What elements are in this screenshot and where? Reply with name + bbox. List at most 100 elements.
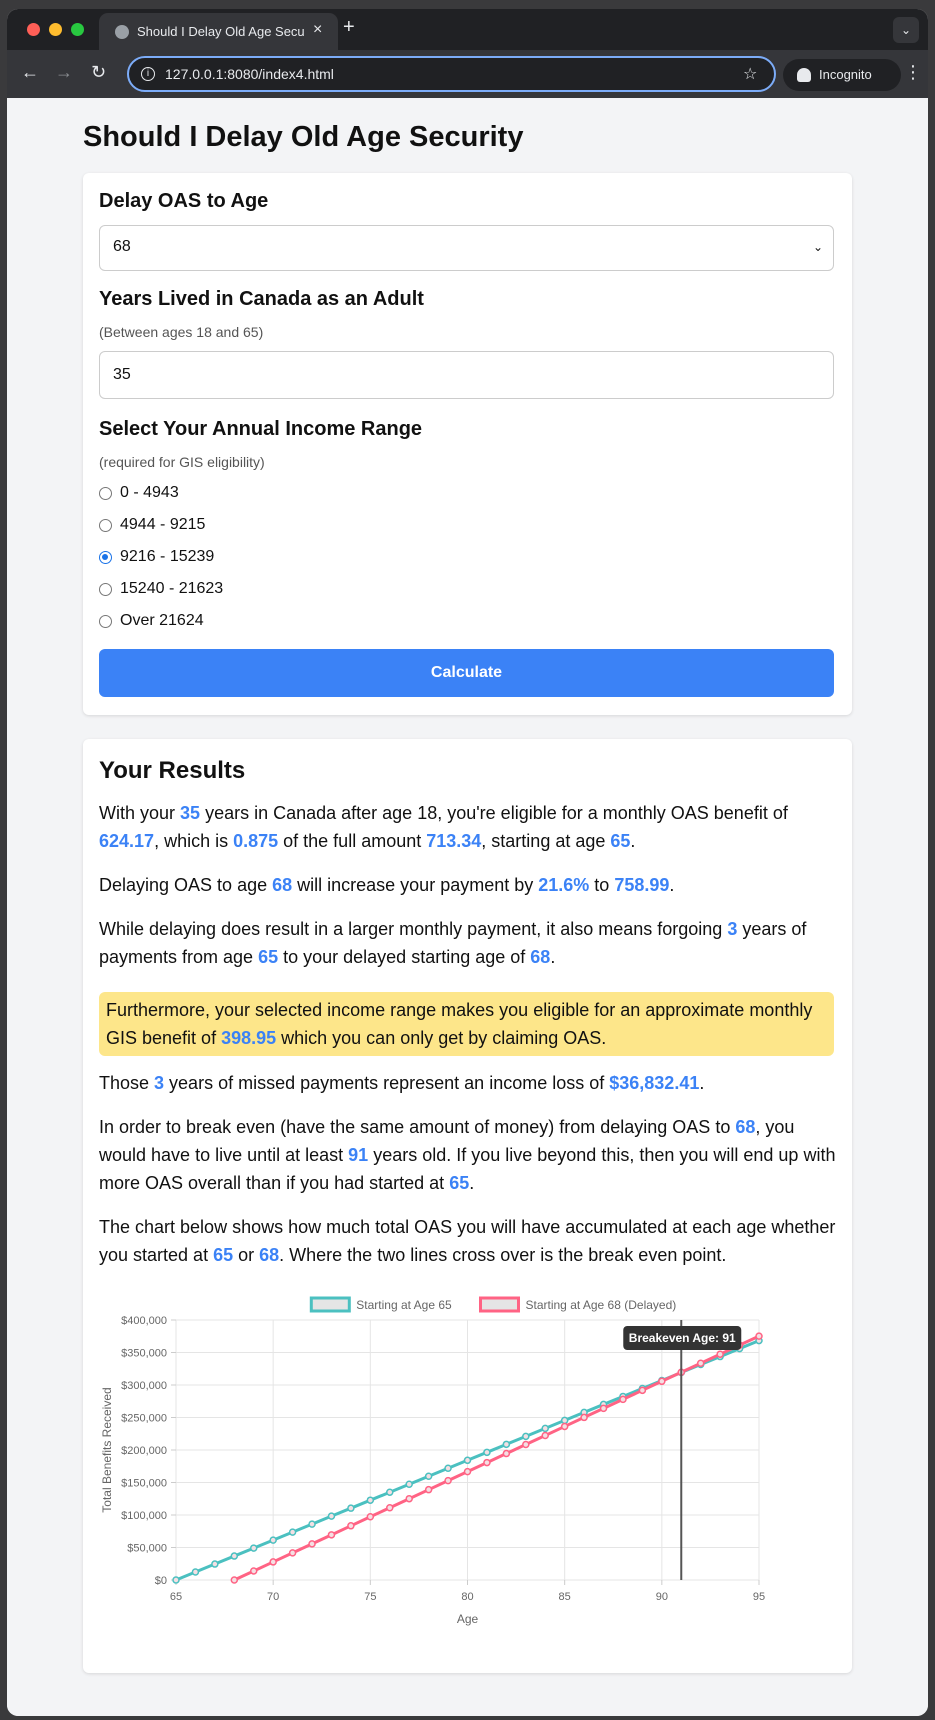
income-option[interactable]: Over 21624 — [99, 612, 204, 630]
calculator-form: Delay OAS to Age 68 ⌄ Years Lived in Can… — [83, 173, 852, 715]
radio-button[interactable] — [99, 582, 112, 596]
calculate-button[interactable]: Calculate — [99, 649, 834, 697]
tab-search-chevron-icon[interactable]: ⌄ — [893, 17, 919, 43]
results-title: Your Results — [99, 757, 246, 784]
address-bar[interactable]: i 127.0.0.1:8080/index4.html ☆ — [127, 56, 776, 92]
data-point-0 — [522, 1432, 530, 1441]
data-point-1 — [463, 1467, 472, 1476]
data-point-0 — [191, 1568, 200, 1576]
url-text[interactable]: 127.0.0.1:8080/index4.html — [165, 66, 334, 82]
data-point-0 — [269, 1536, 277, 1544]
breakeven-label: Breakeven Age: 91 — [629, 1331, 736, 1345]
browser-tab[interactable]: Should I Delay Old Age Securi × — [99, 13, 338, 50]
browser-window: Should I Delay Old Age Securi × + ⌄ ← → … — [7, 9, 928, 1716]
x-axis-label: Age — [457, 1612, 479, 1626]
data-point-1 — [230, 1576, 239, 1584]
page-content: Should I Delay Old Age Security Delay OA… — [7, 98, 928, 1716]
income-label: Select Your Annual Income Range — [99, 418, 423, 440]
income-option[interactable]: 9216 - 15239 — [99, 548, 214, 566]
data-point-1 — [502, 1449, 511, 1458]
browser-toolbar: ← → ↻ i 127.0.0.1:8080/index4.html ☆ Inc… — [7, 50, 928, 98]
income-hint: (required for GIS eligibility) — [99, 454, 265, 470]
site-info-icon[interactable]: i — [141, 67, 155, 81]
reload-icon[interactable]: ↻ — [91, 62, 106, 83]
close-tab-icon[interactable]: × — [313, 21, 322, 39]
income-option[interactable]: 0 - 4943 — [99, 484, 179, 502]
data-point-0 — [405, 1480, 413, 1488]
income-option-label: 0 - 4943 — [120, 484, 179, 501]
data-point-0 — [249, 1544, 258, 1552]
data-point-0 — [386, 1488, 394, 1496]
years-label: Years Lived in Canada as an Adult — [99, 288, 424, 310]
page-title: Should I Delay Old Age Security — [83, 121, 524, 153]
more-menu-icon[interactable]: ⋮ — [904, 62, 922, 83]
incognito-badge[interactable]: Incognito — [783, 59, 901, 91]
incognito-icon — [797, 68, 811, 82]
incognito-label: Incognito — [819, 67, 872, 82]
data-point-1 — [716, 1350, 724, 1358]
data-point-1 — [347, 1522, 355, 1530]
data-point-1 — [405, 1494, 413, 1503]
tab-bar: Should I Delay Old Age Securi × + ⌄ — [7, 9, 928, 50]
data-point-1 — [386, 1503, 394, 1512]
x-tick-label: 85 — [559, 1591, 571, 1603]
minimize-window-button[interactable] — [49, 23, 62, 36]
data-point-1 — [522, 1440, 530, 1449]
delay-age-value: 68 — [113, 238, 131, 255]
data-point-0 — [308, 1520, 316, 1528]
x-tick-label: 95 — [753, 1591, 765, 1603]
back-arrow-icon[interactable]: ← — [21, 62, 39, 83]
delay-age-select[interactable]: 68 ⌄ — [99, 225, 834, 271]
years-input[interactable]: 35 — [99, 351, 834, 399]
gis-notice: Furthermore, your selected income range … — [99, 992, 834, 1056]
forward-arrow-icon[interactable]: → — [55, 62, 73, 83]
data-point-0 — [502, 1440, 511, 1449]
data-point-1 — [444, 1476, 452, 1485]
data-point-0 — [483, 1448, 491, 1457]
data-point-0 — [327, 1512, 336, 1520]
data-point-1 — [424, 1485, 433, 1494]
data-point-1 — [560, 1422, 569, 1431]
years-hint: (Between ages 18 and 65) — [99, 324, 264, 340]
income-option[interactable]: 15240 - 21623 — [99, 580, 223, 598]
y-tick-label: $100,000 — [121, 1510, 167, 1522]
x-tick-label: 75 — [364, 1591, 376, 1603]
y-tick-label: $400,000 — [121, 1315, 167, 1327]
data-point-1 — [755, 1332, 763, 1340]
data-point-0 — [366, 1496, 375, 1504]
y-axis-label: Total Benefits Received — [100, 1387, 114, 1512]
data-point-1 — [327, 1531, 336, 1539]
delay-label: Delay OAS to Age — [99, 190, 269, 212]
income-option-label: 4944 - 9215 — [120, 516, 206, 533]
data-point-1 — [658, 1377, 666, 1386]
data-point-0 — [347, 1504, 355, 1512]
income-option-label: Over 21624 — [120, 612, 204, 629]
radio-button-selected[interactable] — [99, 550, 112, 564]
bookmark-star-icon[interactable]: ☆ — [743, 64, 757, 84]
globe-icon — [115, 25, 129, 39]
data-point-1 — [269, 1558, 277, 1566]
tab-title: Should I Delay Old Age Securi — [137, 24, 305, 39]
radio-button[interactable] — [99, 614, 112, 628]
maximize-window-button[interactable] — [71, 23, 84, 36]
income-option[interactable]: 4944 - 9215 — [99, 516, 205, 534]
radio-button[interactable] — [99, 518, 112, 532]
income-option-label: 9216 - 15239 — [120, 548, 215, 565]
data-point-1 — [619, 1395, 627, 1404]
close-window-button[interactable] — [27, 23, 40, 36]
income-loss-paragraph: Those 3 years of missed payments represe… — [99, 1073, 705, 1093]
y-tick-label: $350,000 — [121, 1348, 167, 1360]
data-point-0 — [424, 1472, 433, 1481]
data-point-1 — [541, 1431, 549, 1440]
data-point-1 — [696, 1359, 705, 1367]
new-tab-icon[interactable]: + — [343, 16, 355, 39]
data-point-1 — [308, 1540, 316, 1548]
data-point-0 — [172, 1576, 180, 1584]
x-tick-label: 90 — [656, 1591, 668, 1603]
legend-label-1: Starting at Age 68 (Delayed) — [526, 1298, 677, 1312]
data-point-1 — [366, 1513, 375, 1521]
radio-button[interactable] — [99, 486, 112, 500]
y-tick-label: $150,000 — [121, 1478, 167, 1490]
delay-increase-paragraph: Delaying OAS to age 68 will increase you… — [99, 875, 675, 895]
data-point-0 — [230, 1552, 239, 1560]
